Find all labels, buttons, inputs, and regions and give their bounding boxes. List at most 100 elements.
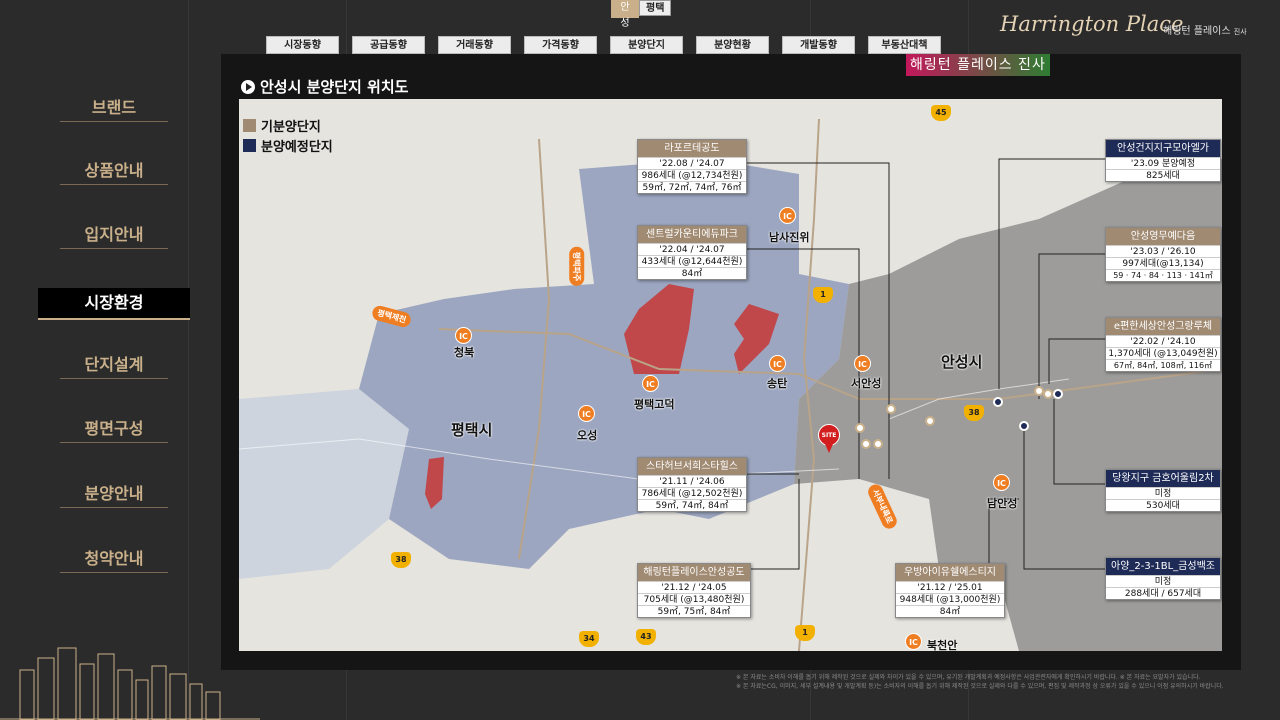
sidebar-item-floorplan[interactable]: 평면구성 (60, 415, 168, 443)
location-map[interactable]: 기분양단지 분양예정단지 평택시 안성시 청북 평택고덕 송탄 서안성 오성 남… (239, 99, 1222, 651)
route-1-icon: 1 (795, 625, 815, 641)
route-43-icon: 43 (636, 629, 656, 645)
complex-card-line: '21.11 / '24.06 (638, 475, 746, 487)
complex-card-line: '21.12 / '25.01 (896, 581, 1004, 593)
place-pyeongtaek: 평택시 (451, 421, 493, 439)
toggle-pyeongtaek[interactable]: 평택 (639, 0, 672, 16)
ic-oseong-icon: IC (578, 405, 595, 422)
complex-card-line: '21.12 / '24.05 (638, 581, 750, 593)
complex-card-line: 84㎡ (896, 605, 1004, 617)
complex-dot[interactable] (925, 416, 935, 426)
ic-bukcheonan-icon: IC (905, 633, 922, 650)
complex-card-line: 825세대 (1106, 169, 1220, 181)
sidebar-item-location[interactable]: 입지안내 (60, 221, 168, 249)
complex-card[interactable]: e편한세상안성그랑루체 '22.02 / '24.10 1,370세대 (@13… (1105, 317, 1221, 372)
sidebar-item-design[interactable]: 단지설계 (60, 351, 168, 379)
complex-card-title: 스타허브서희스타힐스 (638, 458, 746, 475)
complex-card-line: 미정 (1106, 487, 1220, 499)
route-38-icon: 38 (964, 405, 984, 421)
sidebar-item-product[interactable]: 상품안내 (60, 157, 168, 185)
complex-card-line: '22.04 / '24.07 (638, 243, 746, 255)
complex-card-title: 우방아이유쉘에스티지 (896, 564, 1004, 581)
sidebar-item-sales[interactable]: 분양안내 (60, 480, 168, 508)
ic-songtan-icon: IC (769, 355, 786, 372)
planned-complex-dot[interactable] (1053, 389, 1063, 399)
tab-supply-trend[interactable]: 공급동향 (352, 36, 425, 54)
ic-seoanseong-icon: IC (854, 355, 871, 372)
planned-complex-dot[interactable] (1019, 421, 1029, 431)
ic-namsa-icon: IC (779, 207, 796, 224)
brand-name: 해링턴 플레이스 진사 (1163, 26, 1247, 37)
tab-trade-trend[interactable]: 거래동향 (438, 36, 511, 54)
planned-complex-card[interactable]: 안성건지지구모아엘가 '23.09 분양예정 825세대 (1105, 139, 1221, 182)
planned-complex-card[interactable]: 아양_2-3-1BL_금성백조 미정 288세대 / 657세대 (1105, 557, 1221, 600)
ic-cheongbuk-icon: IC (455, 327, 472, 344)
place-seoanseong: 서안성 (851, 377, 882, 390)
complex-card-line: 59㎡, 74㎡, 84㎡ (638, 499, 746, 511)
tab-sales-status[interactable]: 분양현황 (696, 36, 769, 54)
complex-card-line: 59㎡, 75㎡, 84㎡ (638, 605, 750, 617)
complex-dot[interactable] (886, 404, 896, 414)
sidebar-nav: 브랜드 상품안내 입지안내 시장환경 단지설계 평면구성 분양안내 청약안내 (0, 0, 260, 720)
place-godeok: 평택고덕 (634, 398, 675, 411)
route-45-icon: 45 (931, 105, 951, 121)
tab-complexes[interactable]: 분양단지 (610, 36, 683, 54)
complex-card-line: 530세대 (1106, 499, 1220, 511)
tab-development[interactable]: 개발동향 (782, 36, 855, 54)
legend-swatch-completed (243, 118, 256, 132)
place-namsajinwi: 남사진위 (769, 231, 810, 244)
ic-godeok-icon: IC (642, 375, 659, 392)
complex-card[interactable]: 라포르테공도 '22.08 / '24.07 986세대 (@12,734천원)… (637, 139, 747, 194)
complex-card[interactable]: 스타허브서희스타힐스 '21.11 / '24.06 786세대 (@12,50… (637, 457, 747, 512)
site-marker-icon[interactable]: SITE (818, 424, 840, 453)
complex-card[interactable]: 해링턴플레이스안성공도 '21.12 / '24.05 705세대 (@13,4… (637, 563, 751, 618)
complex-card-line: 84㎡ (638, 267, 746, 279)
legend-planned: 분양예정단지 (261, 139, 333, 155)
complex-card-line: 67㎡, 84㎡, 108㎡, 116㎡ (1106, 359, 1220, 371)
project-badge: 해링턴 플레이스 진사 (906, 54, 1050, 76)
complex-card-title: e편한세상안성그랑루체 (1106, 318, 1220, 335)
planned-complex-dot[interactable] (993, 397, 1003, 407)
complex-card-title: 해링턴플레이스안성공도 (638, 564, 750, 581)
planned-complex-card[interactable]: 당왕지구 금호어울림2차 미정 530세대 (1105, 469, 1221, 512)
complex-card-line: '22.02 / '24.10 (1106, 335, 1220, 347)
complex-card-line: 948세대 (@13,000천원) (896, 593, 1004, 605)
place-anseong: 안성시 (941, 353, 983, 371)
brand-logo: Harrington Place (1000, 12, 1184, 36)
complex-dot[interactable] (855, 423, 865, 433)
sidebar-item-brand[interactable]: 브랜드 (60, 94, 168, 122)
complex-card-line: 1,370세대 (@13,049천원) (1106, 347, 1220, 359)
map-legend: 기분양단지 분양예정단지 (243, 115, 333, 155)
complex-card-line: '23.09 분양예정 (1106, 157, 1220, 169)
place-oseong: 오성 (577, 429, 598, 442)
complex-card[interactable]: 우방아이유쉘에스티지 '21.12 / '25.01 948세대 (@13,00… (895, 563, 1005, 618)
play-icon (241, 79, 255, 94)
region-toggle: 안성 평택 (611, 0, 672, 29)
complex-dot[interactable] (1043, 389, 1053, 399)
complex-card-title: 센트럴카운티에듀파크 (638, 226, 746, 243)
legend-completed: 기분양단지 (261, 119, 321, 135)
sidebar-item-subscription[interactable]: 청약안내 (60, 545, 168, 573)
sidebar-item-market[interactable]: 시장환경 (38, 288, 190, 320)
route-34-icon: 34 (579, 631, 599, 647)
complex-card[interactable]: 센트럴카운티에듀파크 '22.04 / '24.07 433세대 (@12,64… (637, 225, 747, 280)
toggle-anseong[interactable]: 안성 (611, 0, 639, 29)
complex-card-line: 288세대 / 657세대 (1106, 587, 1220, 599)
complex-card-title: 당왕지구 금호어울림2차 (1106, 470, 1220, 487)
place-songtan: 송탄 (767, 377, 788, 390)
complex-dot[interactable] (873, 439, 883, 449)
disclaimer: ※ 본 자료는 소비자 이해를 돕기 위해 제작된 것으로 실제와 차이가 있을… (736, 674, 1224, 690)
tab-price-trend[interactable]: 가격동향 (524, 36, 597, 54)
map-title: 안성시 분양단지 위치도 (241, 76, 408, 97)
place-cheongbuk: 청북 (454, 346, 475, 359)
complex-card-title: 안성건지지구모아엘가 (1106, 140, 1220, 157)
tab-market-trend[interactable]: 시장동향 (266, 36, 339, 54)
complex-card-line: 997세대(@13,134) (1106, 257, 1220, 269)
complex-card-line: 705세대 (@13,480천원) (638, 593, 750, 605)
complex-card[interactable]: 안성영무예다음 '23.03 / '26.10 997세대(@13,134) 5… (1105, 227, 1221, 282)
complex-dot[interactable] (861, 439, 871, 449)
tab-policy[interactable]: 부동산대책 (868, 36, 941, 54)
place-namanseong: 남안성 (987, 497, 1018, 510)
complex-card-line: 433세대 (@12,644천원) (638, 255, 746, 267)
complex-card-title: 라포르테공도 (638, 140, 746, 157)
